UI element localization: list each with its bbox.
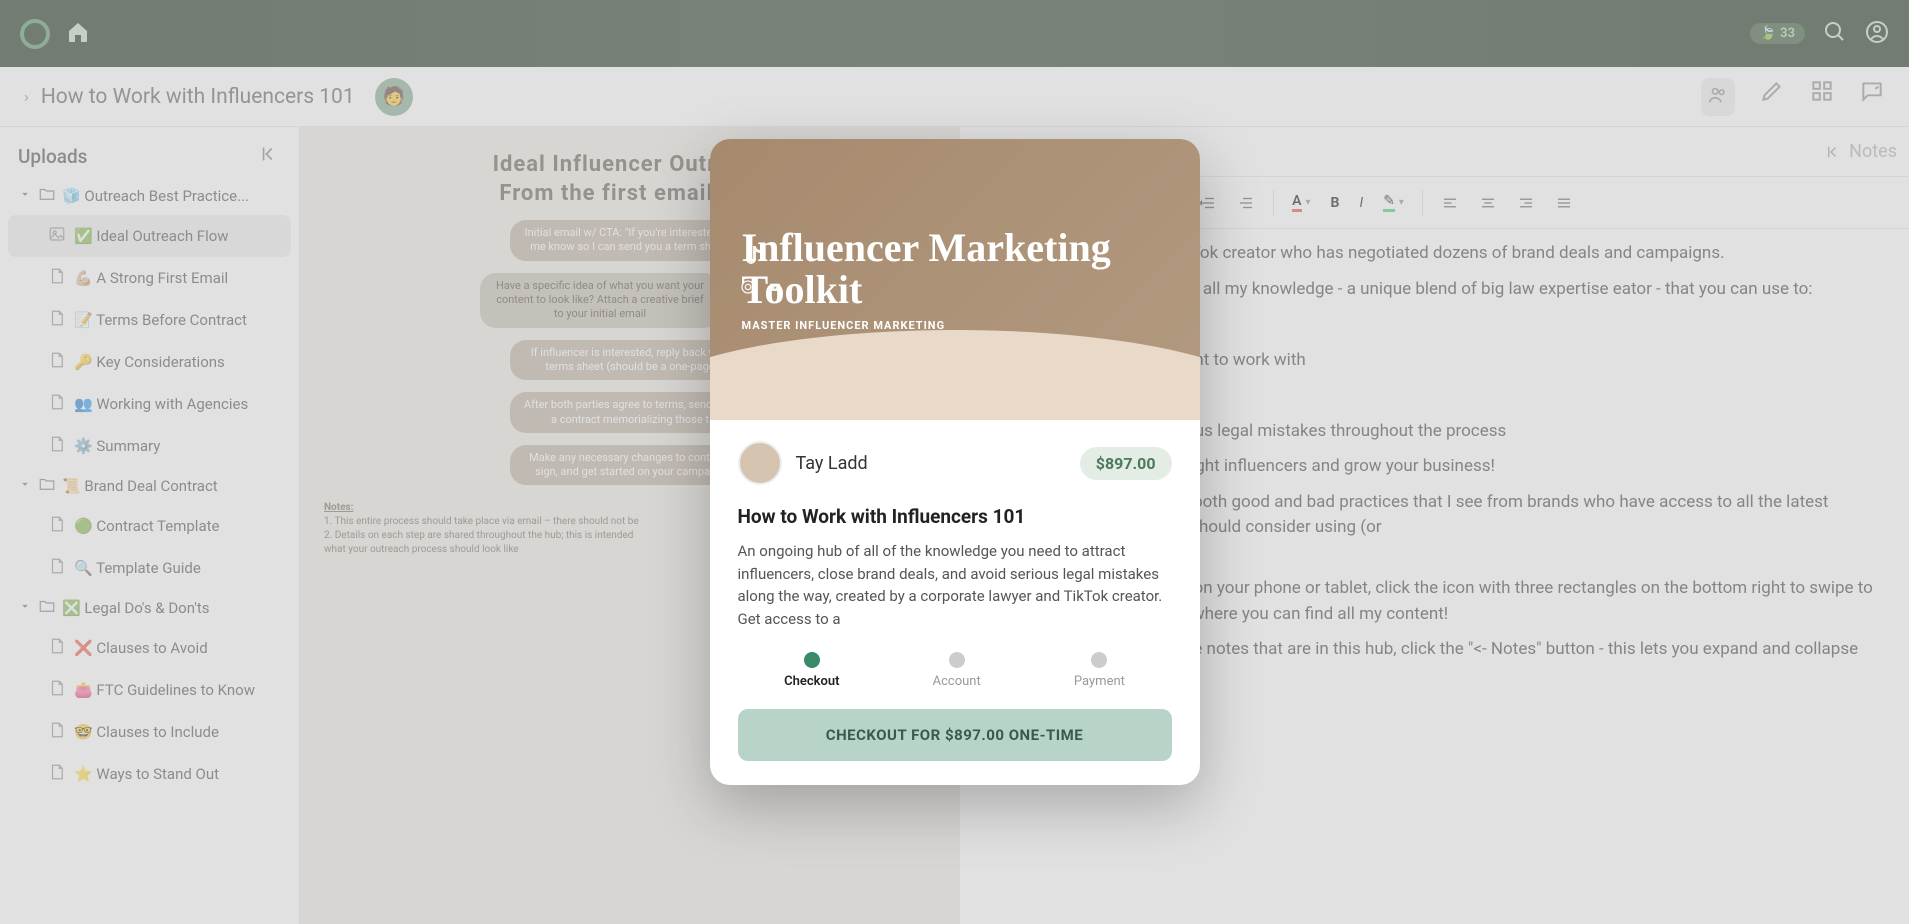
modal-hero: Influencer Marketing Toolkit MASTER INFL… — [710, 139, 1200, 419]
modal-title: How to Work with Influencers 101 — [738, 505, 1172, 528]
modal-overlay[interactable]: Influencer Marketing Toolkit MASTER INFL… — [0, 0, 1909, 924]
step-account: Account — [933, 652, 981, 689]
modal-hero-title: Influencer Marketing Toolkit — [742, 227, 1168, 311]
modal-description: An ongoing hub of all of the knowledge y… — [738, 540, 1172, 630]
checkout-button[interactable]: CHECKOUT FOR $897.00 ONE-TIME — [738, 709, 1172, 761]
modal-hero-subtitle: MASTER INFLUENCER MARKETING — [742, 319, 1168, 332]
step-payment: Payment — [1074, 652, 1125, 689]
checkout-modal: Influencer Marketing Toolkit MASTER INFL… — [710, 139, 1200, 785]
author-avatar — [738, 441, 782, 485]
step-checkout: Checkout — [784, 652, 839, 689]
author-name: Tay Ladd — [796, 453, 1066, 474]
checkout-steps: Checkout Account Payment — [738, 652, 1172, 689]
price-badge: $897.00 — [1080, 447, 1172, 480]
